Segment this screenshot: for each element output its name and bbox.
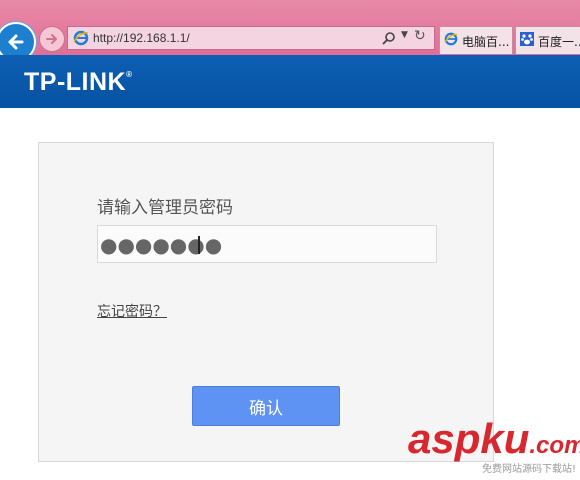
login-card: 请输入管理员密码 ●●●●●●● 忘记密码？ 确认 (38, 142, 494, 462)
ie-page-icon (73, 30, 89, 46)
router-header: TP-LINK® (0, 55, 580, 108)
tp-link-logo: TP-LINK® (24, 68, 133, 96)
tab-label: 电脑百... (462, 35, 510, 49)
password-mask: ●●●●●●● (100, 233, 223, 257)
tab-label: 百度一... (538, 35, 580, 49)
forward-button[interactable] (39, 26, 65, 52)
baidu-paw-icon (520, 32, 534, 46)
text-caret (198, 236, 200, 254)
confirm-button[interactable]: 确认 (192, 386, 340, 426)
watermark-tagline: 免费网站源码下载站! (481, 464, 576, 475)
password-field[interactable]: ●●●●●●● (97, 225, 437, 263)
tab-1[interactable]: 电脑百... (439, 26, 513, 54)
login-title: 请输入管理员密码 (97, 198, 233, 218)
refresh-icon[interactable]: ↻ (414, 28, 426, 44)
tab-2[interactable]: 百度一... (515, 26, 580, 54)
browser-toolbar: http://192.168.1.1/ ▼ ↻ 电脑百... 百度一... (0, 0, 580, 62)
address-url[interactable]: http://192.168.1.1/ (93, 31, 190, 45)
ie-page-icon (444, 32, 458, 46)
arrow-right-icon (46, 34, 57, 44)
arrow-left-icon (8, 34, 24, 50)
address-bar[interactable]: http://192.168.1.1/ ▼ ↻ (67, 26, 435, 50)
forgot-password-link[interactable]: 忘记密码？ (97, 301, 167, 321)
search-icon[interactable] (382, 31, 396, 45)
chevron-down-icon[interactable]: ▼ (401, 30, 408, 40)
aspku-watermark: aspku.com 免费网站源码下载站! (408, 418, 580, 480)
